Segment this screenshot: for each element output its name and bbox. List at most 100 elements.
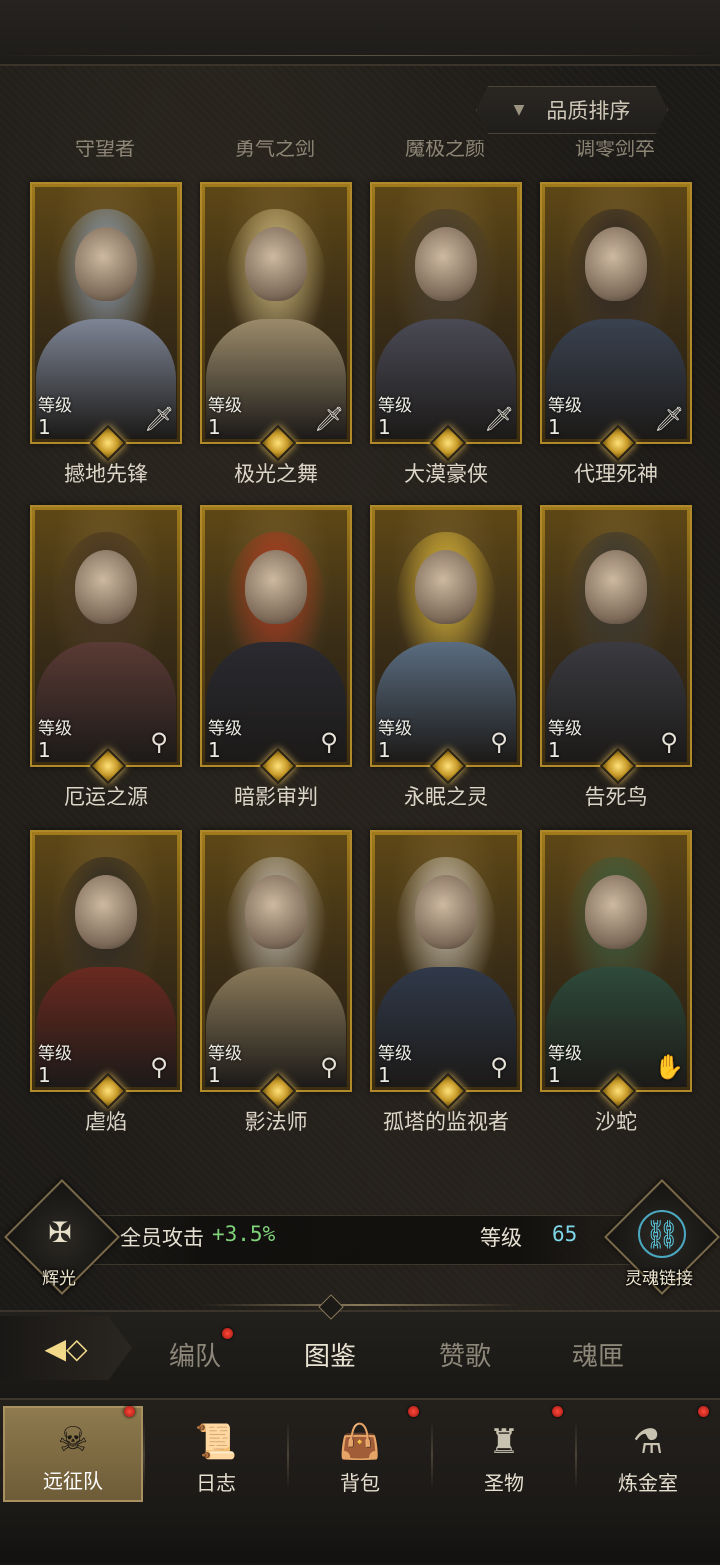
link-icon: ⛓ [638, 1210, 686, 1258]
back-button[interactable]: ◀◇ [0, 1316, 132, 1380]
hero-name: 撼地先锋 [64, 462, 148, 486]
level-label: 等级 [378, 719, 412, 739]
level-label: 等级 [208, 1044, 242, 1064]
scroll-icon: 📜 [194, 1422, 238, 1462]
cut-off-hero-name: 勇气之剑 [235, 140, 315, 160]
hero-level: 等级 1 [548, 719, 582, 761]
back-arrow-icon: ◀◇ [44, 1331, 88, 1365]
team-attack-label: 全员攻击 [120, 1226, 204, 1250]
nav-separator [575, 1420, 577, 1490]
level-label: 等级 [208, 396, 242, 416]
chalice-icon: ♜ [488, 1422, 520, 1462]
cut-off-hero-name: 调零剑卒 [575, 140, 655, 160]
hero-name: 孤塔的监视者 [383, 1110, 509, 1134]
hero-face [75, 550, 137, 624]
hero-face [585, 227, 647, 301]
level-value: 1 [38, 415, 51, 439]
hero-face [75, 875, 137, 949]
hero-card[interactable]: 等级 1 ⚲ [370, 505, 522, 785]
level-value: 1 [378, 415, 391, 439]
sword-compass-icon: ✠ [48, 1215, 72, 1249]
hero-level: 等级 1 [378, 1044, 412, 1086]
soul-link-level-value: 65 [552, 1222, 578, 1246]
hero-name: 告死鸟 [584, 785, 648, 809]
top-ornament-band [0, 0, 720, 66]
cut-off-hero-name: 魔极之颜 [405, 140, 485, 160]
level-label: 等级 [38, 719, 72, 739]
nav-alchemy[interactable]: ⚗ 炼金室 [578, 1406, 718, 1502]
hero-level: 等级 1 [38, 719, 72, 761]
hero-face [245, 227, 307, 301]
notification-dot [124, 1406, 135, 1417]
level-value: 1 [548, 415, 561, 439]
hero-card[interactable]: 等级 1 ⚲ [200, 830, 352, 1110]
hero-name: 永眠之灵 [404, 785, 488, 809]
nav-journal[interactable]: 📜 日志 [146, 1406, 286, 1502]
hero-level: 等级 1 [208, 1044, 242, 1086]
level-label: 等级 [208, 719, 242, 739]
hero-level: 等级 1 [378, 396, 412, 438]
hero-face [585, 550, 647, 624]
hero-card[interactable]: 等级 1 🗡 [370, 182, 522, 462]
hero-face [585, 875, 647, 949]
team-attack-value: +3.5% [212, 1222, 276, 1246]
hero-name: 沙蛇 [595, 1110, 637, 1134]
hero-card[interactable]: 等级 1 🗡 [540, 182, 692, 462]
staff-icon: ⚲ [490, 728, 508, 756]
hero-name: 代理死神 [574, 462, 658, 486]
hero-name: 大漠豪侠 [404, 462, 488, 486]
tab-hymn[interactable]: 赞歌 [410, 1336, 520, 1373]
nav-relics[interactable]: ♜ 圣物 [434, 1406, 574, 1502]
level-label: 等级 [378, 396, 412, 416]
hero-face [415, 227, 477, 301]
soul-link-level-label: 等级 [480, 1226, 522, 1250]
hero-name: 虐焰 [85, 1110, 127, 1134]
level-value: 1 [38, 1063, 51, 1087]
level-label: 等级 [378, 1044, 412, 1064]
hero-level: 等级 1 [38, 1044, 72, 1086]
hero-card[interactable]: 等级 1 ⚲ [30, 830, 182, 1110]
hero-level: 等级 1 [548, 396, 582, 438]
nav-separator [431, 1420, 433, 1490]
hand-icon: ✋ [654, 1053, 684, 1081]
hero-face [415, 875, 477, 949]
tab-soul-box[interactable]: 魂匣 [543, 1336, 653, 1373]
hero-face [245, 550, 307, 624]
nav-separator [143, 1420, 145, 1490]
dropdown-arrow-icon: ▼ [513, 102, 525, 118]
level-label: 等级 [38, 1044, 72, 1064]
level-value: 1 [378, 1063, 391, 1087]
level-label: 等级 [548, 719, 582, 739]
hero-name: 极光之舞 [234, 462, 318, 486]
nav-expedition[interactable]: ☠ 远征队 [3, 1406, 143, 1502]
hero-card[interactable]: 等级 1 ⚲ [200, 505, 352, 785]
nav-backpack[interactable]: 👜 背包 [290, 1406, 430, 1502]
staff-icon: ⚲ [320, 1053, 338, 1081]
sort-button[interactable]: ▼ 品质排序 [476, 86, 668, 134]
sort-button-label: 品质排序 [546, 99, 631, 123]
hero-level: 等级 1 [548, 1044, 582, 1086]
hero-card[interactable]: 等级 1 ⚲ [540, 505, 692, 785]
helmet-icon: ☠ [57, 1420, 89, 1460]
sword-icon: 🗡 [314, 405, 345, 433]
hero-face [245, 875, 307, 949]
hero-card[interactable]: 等级 1 🗡 [30, 182, 182, 462]
alchemy-icon: ⚗ [632, 1422, 664, 1462]
tab-codex[interactable]: 图鉴 [275, 1336, 385, 1373]
sub-tab-bar: ◀◇ 编队 图鉴 赞歌 魂匣 [0, 1294, 720, 1400]
level-label: 等级 [548, 396, 582, 416]
sword-icon: 🗡 [144, 405, 175, 433]
hero-name: 厄运之源 [64, 785, 148, 809]
tab-formation[interactable]: 编队 [140, 1336, 250, 1373]
hero-card[interactable]: 等级 1 ⚲ [370, 830, 522, 1110]
hero-card[interactable]: 等级 1 ✋ [540, 830, 692, 1110]
hero-card[interactable]: 等级 1 🗡 [200, 182, 352, 462]
level-value: 1 [208, 1063, 221, 1087]
hero-face [75, 227, 137, 301]
staff-icon: ⚲ [490, 1053, 508, 1081]
hero-card[interactable]: 等级 1 ⚲ [30, 505, 182, 785]
level-value: 1 [378, 738, 391, 762]
level-value: 1 [208, 415, 221, 439]
bag-icon: 👜 [338, 1422, 382, 1462]
team-stats-bar: ✠ 辉光 全员攻击 +3.5% 等级 65 ⛓ 灵魂链接 [0, 1179, 720, 1295]
